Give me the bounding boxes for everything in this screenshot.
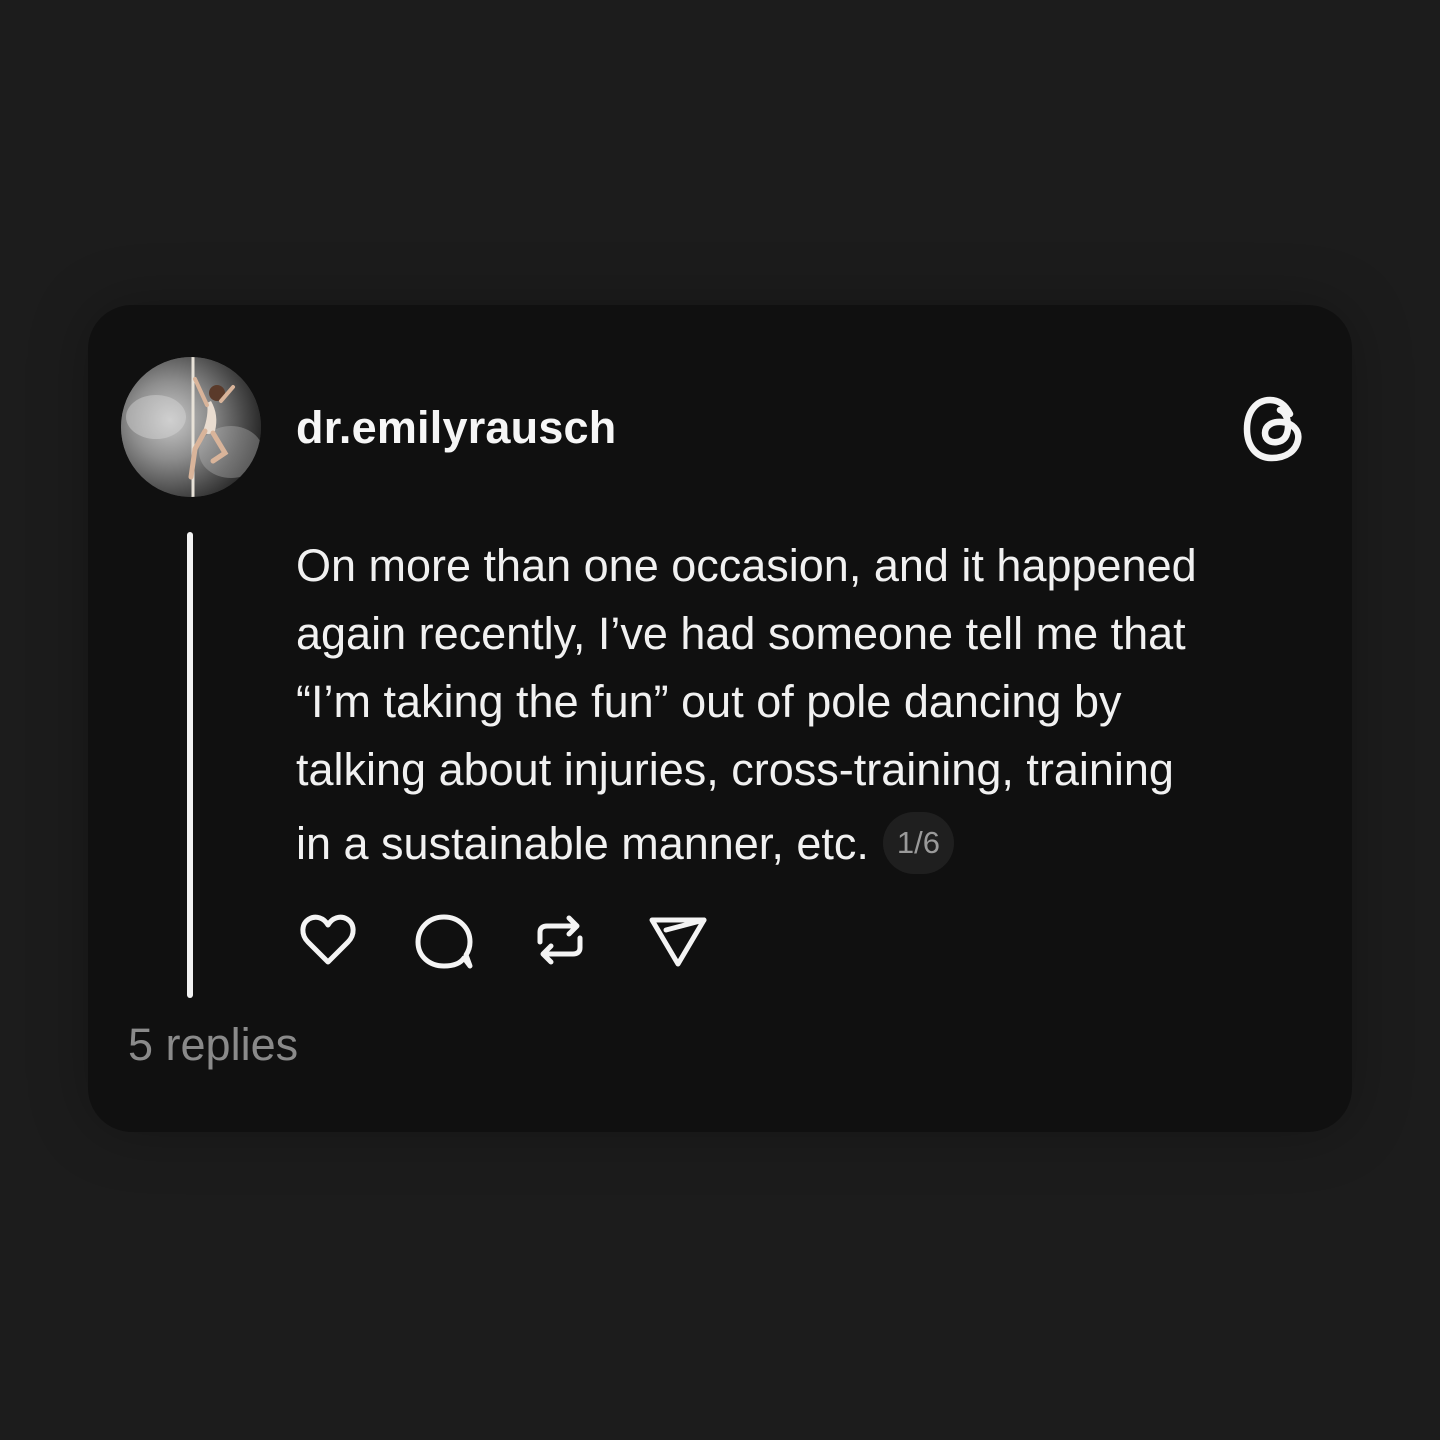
post-text-line: “I’m taking the fun” out of pole dancing… [296,676,1122,727]
send-icon[interactable] [646,908,710,972]
post-text-line: in a sustainable manner, etc. [296,818,869,869]
avatar[interactable] [121,357,261,497]
repost-icon[interactable] [528,908,592,972]
username[interactable]: dr.emilyrausch [296,402,616,454]
post-text-line: again recently, I’ve had someone tell me… [296,608,1186,659]
post-text-line: On more than one occasion, and it happen… [296,540,1197,591]
post-text-line-last: in a sustainable manner, etc. 1/6 [296,810,1306,878]
thread-connector-line [187,532,193,998]
heart-icon[interactable] [296,908,360,972]
page-indicator-badge: 1/6 [882,812,954,875]
avatar-photo [121,357,261,497]
post-text-line: talking about injuries, cross-training, … [296,744,1174,795]
comment-bubble-icon[interactable] [412,908,476,972]
threads-logo-icon [1240,392,1308,466]
replies-count-link[interactable]: 5 replies [128,1018,298,1072]
post-text: On more than one occasion, and it happen… [296,532,1306,878]
